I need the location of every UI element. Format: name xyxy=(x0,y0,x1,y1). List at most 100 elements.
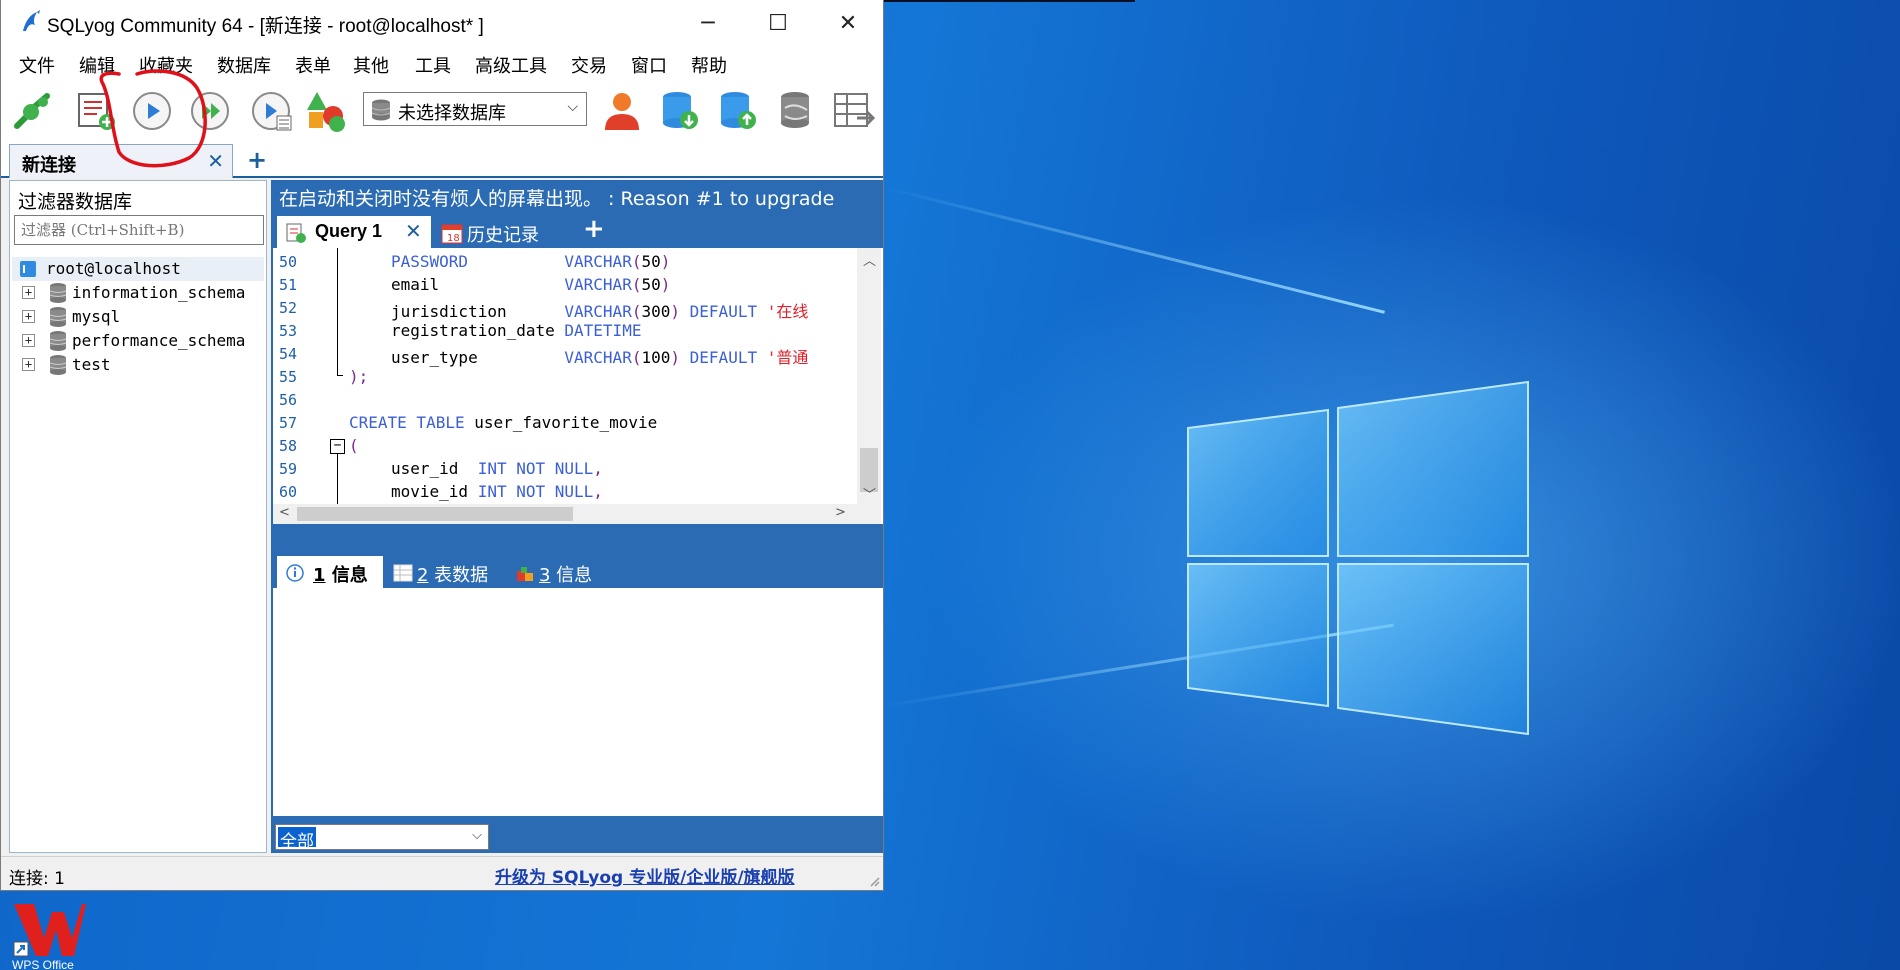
tab-history[interactable]: 18 历史记录 xyxy=(435,216,575,248)
menu-window[interactable]: 窗口 xyxy=(631,52,667,78)
tab-history-label: 历史记录 xyxy=(467,225,539,246)
line-number: 60 xyxy=(279,483,298,501)
query-icon xyxy=(286,223,306,243)
line-number: 54 xyxy=(279,345,298,363)
tree-item-label: mysql xyxy=(72,307,121,326)
result-filter-select[interactable]: 全部 ⌵ xyxy=(275,824,489,852)
menu-bar: 文件 编辑 收藏夹 数据库 表单 其他 工具 高级工具 交易 窗口 帮助 xyxy=(1,46,883,82)
tree-item-db[interactable]: + information_schema xyxy=(12,281,264,305)
tree-item-label: information_schema xyxy=(72,283,246,302)
database-filter-input[interactable] xyxy=(15,216,263,244)
close-icon[interactable]: ✕ xyxy=(207,149,224,173)
close-icon[interactable]: ✕ xyxy=(405,219,422,243)
add-connection-tab-button[interactable]: + xyxy=(247,146,267,174)
database-icon xyxy=(49,307,67,327)
upgrade-nag-text[interactable]: 在启动和关闭时没有烦人的屏幕出现。 : Reason #1 to upgrade xyxy=(279,184,834,211)
scrollbar-thumb[interactable] xyxy=(297,507,573,521)
chevron-down-icon: ⌵ xyxy=(472,828,482,843)
scroll-up-icon[interactable]: ︿ xyxy=(863,250,876,269)
tree-root-connection[interactable]: root@localhost xyxy=(12,257,264,281)
collapse-icon[interactable]: − xyxy=(330,439,345,454)
schema-designer-icon[interactable] xyxy=(303,88,349,134)
menu-help[interactable]: 帮助 xyxy=(691,52,727,78)
menu-power-tools[interactable]: 高级工具 xyxy=(475,52,547,78)
tab-query-1-label: Query 1 xyxy=(315,221,383,241)
tree-item-label: performance_schema xyxy=(72,331,246,350)
result-pane[interactable] xyxy=(273,588,883,816)
calendar-icon: 18 xyxy=(441,224,463,244)
code-line: user_type VARCHAR(100) DEFAULT '普通 xyxy=(391,348,809,367)
windows-logo xyxy=(1187,380,1529,736)
wps-office-label[interactable]: WPS Office xyxy=(12,958,74,970)
tree-item-db[interactable]: + performance_schema xyxy=(12,329,264,353)
scroll-right-icon[interactable]: > xyxy=(835,505,846,520)
backup-db-icon[interactable] xyxy=(657,88,703,134)
tab-result-info-2[interactable]: 3 信息 xyxy=(511,556,601,588)
expand-icon[interactable]: + xyxy=(22,358,35,371)
code-line: jurisdiction VARCHAR(300) DEFAULT '在线 xyxy=(391,302,809,321)
scroll-left-icon[interactable]: < xyxy=(279,505,290,520)
execute-all-icon[interactable] xyxy=(187,88,233,134)
editor-vertical-scrollbar[interactable]: ︿ ﹀ xyxy=(857,248,881,524)
database-icon xyxy=(49,283,67,303)
new-connection-icon[interactable] xyxy=(11,88,57,134)
tab-query-1[interactable]: Query 1 ✕ xyxy=(277,216,431,248)
menu-tools[interactable]: 工具 xyxy=(415,52,451,78)
blocks-icon xyxy=(517,567,533,581)
title-bar[interactable]: SQLyog Community 64 - [新连接 - root@localh… xyxy=(1,0,883,46)
result-filter-value: 全部 xyxy=(278,827,316,852)
result-tab-bar: 1 信息 2 表数据 3 信息 xyxy=(271,554,883,588)
tree-item-db[interactable]: + mysql xyxy=(12,305,264,329)
line-number: 58 xyxy=(279,437,298,455)
line-number: 53 xyxy=(279,322,298,340)
menu-database[interactable]: 数据库 xyxy=(217,52,271,78)
taskbar-edge xyxy=(880,0,1135,2)
tab-new-connection[interactable]: 新连接 ✕ xyxy=(9,144,233,178)
tab-result-table-data-label: 2 表数据 xyxy=(417,565,489,586)
menu-table[interactable]: 表单 xyxy=(295,52,331,78)
upgrade-link[interactable]: 升级为 SQLyog 专业版/企业版/旗舰版 xyxy=(495,863,795,888)
database-select[interactable]: 未选择数据库 ⌵ xyxy=(363,92,587,126)
sqlyog-dolphin-icon xyxy=(23,10,40,31)
table-data-icon[interactable] xyxy=(831,88,877,134)
tree-root-label: root@localhost xyxy=(46,259,181,278)
line-number: 52 xyxy=(279,299,298,317)
maximize-button[interactable]: ☐ xyxy=(743,0,813,46)
connection-count: 连接: 1 xyxy=(9,869,65,889)
scroll-down-icon[interactable]: ﹀ xyxy=(863,484,876,503)
restore-db-icon[interactable] xyxy=(715,88,761,134)
execute-query-icon[interactable] xyxy=(129,88,175,134)
minimize-button[interactable]: ─ xyxy=(673,0,743,46)
tree-item-db[interactable]: + test xyxy=(12,353,264,377)
new-query-icon[interactable] xyxy=(73,88,119,134)
add-query-tab-button[interactable]: + xyxy=(583,214,605,244)
menu-favorites[interactable]: 收藏夹 xyxy=(139,52,193,78)
code-line: ( xyxy=(349,436,359,455)
menu-file[interactable]: 文件 xyxy=(19,52,55,78)
close-button[interactable]: ✕ xyxy=(813,0,883,46)
chevron-down-icon: ⌵ xyxy=(567,99,578,115)
sql-editor[interactable]: 50 51 52 53 54 55 56 57 58 59 60 61 − PA… xyxy=(273,248,883,524)
menu-others[interactable]: 其他 xyxy=(353,52,389,78)
status-bar: 连接: 1 升级为 SQLyog 专业版/企业版/旗舰版 xyxy=(1,856,883,890)
tab-result-table-data[interactable]: 2 表数据 xyxy=(389,556,497,588)
database-icon xyxy=(371,99,391,121)
menu-transaction[interactable]: 交易 xyxy=(571,52,607,78)
execute-edit-icon[interactable] xyxy=(249,88,295,134)
expand-icon[interactable]: + xyxy=(22,334,35,347)
line-number: 55 xyxy=(279,368,298,386)
db-sync-icon[interactable] xyxy=(773,88,819,134)
editor-horizontal-scrollbar[interactable]: < > xyxy=(273,504,857,524)
expand-icon[interactable]: + xyxy=(22,286,35,299)
info-icon xyxy=(286,564,304,582)
light-beam xyxy=(879,185,1385,314)
user-manager-icon[interactable] xyxy=(599,88,645,134)
fold-guide-end xyxy=(337,375,343,376)
expand-icon[interactable]: + xyxy=(22,310,35,323)
menu-edit[interactable]: 编辑 xyxy=(79,52,115,78)
query-tab-bar: Query 1 ✕ 18 历史记录 + xyxy=(271,214,883,248)
tab-result-info[interactable]: 1 信息 xyxy=(277,556,383,588)
database-icon xyxy=(49,355,67,375)
resize-grip-icon[interactable] xyxy=(869,876,881,888)
tab-new-connection-label: 新连接 xyxy=(22,155,76,176)
